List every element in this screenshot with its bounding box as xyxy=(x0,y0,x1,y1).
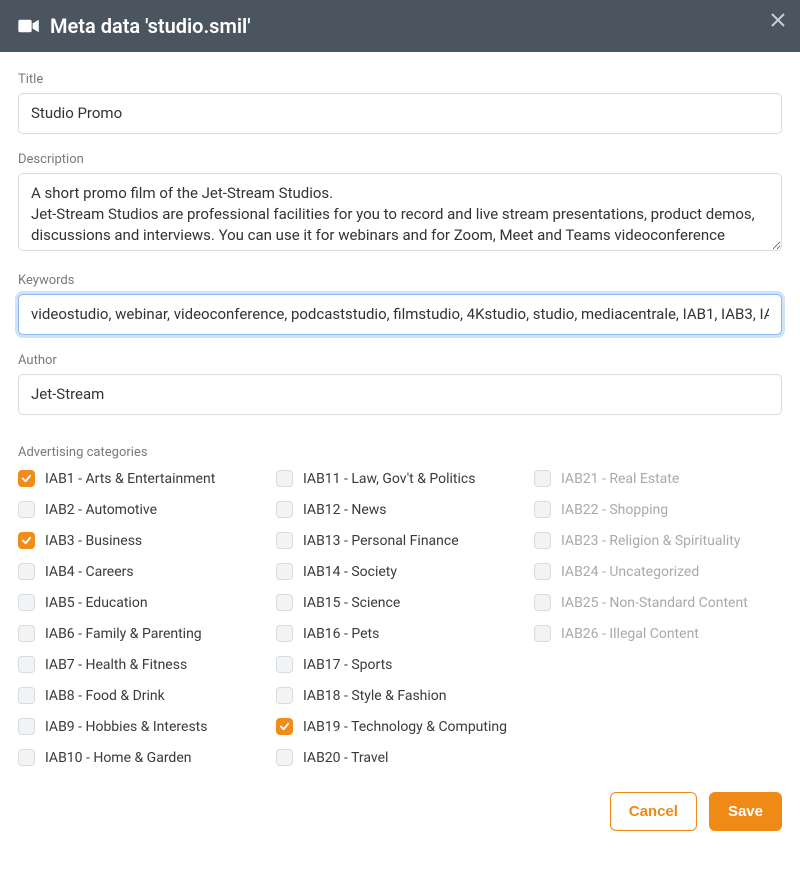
category-label: IAB12 - News xyxy=(303,502,387,518)
checkbox-iab22 xyxy=(534,501,551,518)
checkbox-iab4[interactable] xyxy=(18,563,35,580)
category-iab6[interactable]: IAB6 - Family & Parenting xyxy=(18,625,266,642)
category-label: IAB19 - Technology & Computing xyxy=(303,719,507,735)
category-iab15[interactable]: IAB15 - Science xyxy=(276,594,524,611)
modal-title: Meta data 'studio.smil' xyxy=(50,14,251,38)
category-label: IAB3 - Business xyxy=(45,533,142,549)
checkbox-iab21 xyxy=(534,470,551,487)
category-label: IAB23 - Religion & Spirituality xyxy=(561,533,740,549)
category-label: IAB8 - Food & Drink xyxy=(45,688,165,704)
modal-footer: Cancel Save xyxy=(0,776,800,855)
category-iab21: IAB21 - Real Estate xyxy=(534,470,782,487)
description-textarea[interactable]: A short promo film of the Jet-Stream Stu… xyxy=(18,173,782,251)
category-label: IAB25 - Non-Standard Content xyxy=(561,595,748,611)
category-label: IAB4 - Careers xyxy=(45,564,134,580)
category-label: IAB2 - Automotive xyxy=(45,502,157,518)
category-iab18[interactable]: IAB18 - Style & Fashion xyxy=(276,687,524,704)
checkbox-iab20[interactable] xyxy=(276,749,293,766)
category-label: IAB5 - Education xyxy=(45,595,148,611)
checkbox-iab12[interactable] xyxy=(276,501,293,518)
category-iab4[interactable]: IAB4 - Careers xyxy=(18,563,266,580)
category-iab2[interactable]: IAB2 - Automotive xyxy=(18,501,266,518)
checkbox-iab7[interactable] xyxy=(18,656,35,673)
category-label: IAB22 - Shopping xyxy=(561,502,668,518)
checkbox-iab13[interactable] xyxy=(276,532,293,549)
checkbox-iab2[interactable] xyxy=(18,501,35,518)
category-label: IAB6 - Family & Parenting xyxy=(45,626,202,642)
title-label: Title xyxy=(18,72,782,87)
categories-grid: IAB1 - Arts & Entertainment IAB2 - Automo… xyxy=(18,470,782,766)
category-label: IAB21 - Real Estate xyxy=(561,471,679,487)
category-label: IAB17 - Sports xyxy=(303,657,392,673)
modal-header: Meta data 'studio.smil' xyxy=(0,0,800,52)
category-iab5[interactable]: IAB5 - Education xyxy=(18,594,266,611)
checkbox-iab15[interactable] xyxy=(276,594,293,611)
checkbox-iab6[interactable] xyxy=(18,625,35,642)
category-iab3[interactable]: IAB3 - Business xyxy=(18,532,266,549)
checkbox-iab11[interactable] xyxy=(276,470,293,487)
category-iab17[interactable]: IAB17 - Sports xyxy=(276,656,524,673)
category-label: IAB15 - Science xyxy=(303,595,400,611)
category-iab16[interactable]: IAB16 - Pets xyxy=(276,625,524,642)
close-icon[interactable] xyxy=(770,12,786,32)
checkbox-iab3[interactable] xyxy=(18,532,35,549)
category-label: IAB18 - Style & Fashion xyxy=(303,688,447,704)
category-label: IAB11 - Law, Gov't & Politics xyxy=(303,471,475,487)
category-iab20[interactable]: IAB20 - Travel xyxy=(276,749,524,766)
checkbox-iab26 xyxy=(534,625,551,642)
category-iab19[interactable]: IAB19 - Technology & Computing xyxy=(276,718,524,735)
checkbox-iab19[interactable] xyxy=(276,718,293,735)
category-label: IAB16 - Pets xyxy=(303,626,379,642)
save-button[interactable]: Save xyxy=(709,792,782,831)
keywords-label: Keywords xyxy=(18,273,782,288)
checkbox-iab25 xyxy=(534,594,551,611)
checkbox-iab1[interactable] xyxy=(18,470,35,487)
category-label: IAB7 - Health & Fitness xyxy=(45,657,187,673)
category-iab22: IAB22 - Shopping xyxy=(534,501,782,518)
checkbox-iab5[interactable] xyxy=(18,594,35,611)
advertising-categories-label: Advertising categories xyxy=(18,445,782,460)
checkbox-iab8[interactable] xyxy=(18,687,35,704)
modal-body: Title Description A short promo film of … xyxy=(0,52,800,776)
category-label: IAB14 - Society xyxy=(303,564,397,580)
category-iab25: IAB25 - Non-Standard Content xyxy=(534,594,782,611)
metadata-modal: Meta data 'studio.smil' Title Descriptio… xyxy=(0,0,800,855)
checkbox-iab18[interactable] xyxy=(276,687,293,704)
category-iab24: IAB24 - Uncategorized xyxy=(534,563,782,580)
author-input[interactable] xyxy=(18,374,782,415)
category-iab23: IAB23 - Religion & Spirituality xyxy=(534,532,782,549)
category-label: IAB13 - Personal Finance xyxy=(303,533,459,549)
checkbox-iab14[interactable] xyxy=(276,563,293,580)
checkbox-iab24 xyxy=(534,563,551,580)
checkbox-iab9[interactable] xyxy=(18,718,35,735)
author-label: Author xyxy=(18,353,782,368)
category-iab11[interactable]: IAB11 - Law, Gov't & Politics xyxy=(276,470,524,487)
category-label: IAB1 - Arts & Entertainment xyxy=(45,471,215,487)
category-iab7[interactable]: IAB7 - Health & Fitness xyxy=(18,656,266,673)
category-iab9[interactable]: IAB9 - Hobbies & Interests xyxy=(18,718,266,735)
checkbox-iab16[interactable] xyxy=(276,625,293,642)
checkbox-iab23 xyxy=(534,532,551,549)
checkbox-iab17[interactable] xyxy=(276,656,293,673)
title-input[interactable] xyxy=(18,93,782,134)
category-label: IAB24 - Uncategorized xyxy=(561,564,699,580)
video-camera-icon xyxy=(18,18,40,34)
category-iab10[interactable]: IAB10 - Home & Garden xyxy=(18,749,266,766)
category-iab1[interactable]: IAB1 - Arts & Entertainment xyxy=(18,470,266,487)
checkbox-iab10[interactable] xyxy=(18,749,35,766)
category-label: IAB26 - Illegal Content xyxy=(561,626,699,642)
category-iab13[interactable]: IAB13 - Personal Finance xyxy=(276,532,524,549)
category-iab12[interactable]: IAB12 - News xyxy=(276,501,524,518)
category-label: IAB10 - Home & Garden xyxy=(45,750,191,766)
description-label: Description xyxy=(18,152,782,167)
category-label: IAB9 - Hobbies & Interests xyxy=(45,719,207,735)
cancel-button[interactable]: Cancel xyxy=(610,792,697,831)
category-iab14[interactable]: IAB14 - Society xyxy=(276,563,524,580)
category-iab8[interactable]: IAB8 - Food & Drink xyxy=(18,687,266,704)
category-label: IAB20 - Travel xyxy=(303,750,388,766)
keywords-input[interactable] xyxy=(18,294,782,335)
category-iab26: IAB26 - Illegal Content xyxy=(534,625,782,642)
